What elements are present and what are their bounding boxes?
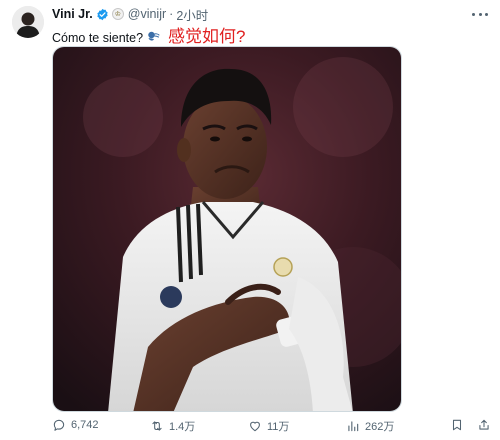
more-icon[interactable] (472, 8, 488, 20)
share-icon (479, 419, 489, 430)
tweet-media-photo[interactable] (52, 46, 402, 412)
tweet-text-chinese: 感觉如何? (168, 27, 246, 46)
club-badge-icon: ♔ (111, 8, 124, 20)
separator-dot: · (169, 7, 174, 21)
view-count: 262万 (365, 421, 395, 433)
like-button[interactable]: 11万 (248, 418, 289, 434)
tweet-header: Vini Jr. ♔ @vinijr · 2小时 (52, 5, 208, 24)
reply-count: 6,742 (71, 419, 99, 431)
like-icon (250, 421, 260, 432)
retweet-icon (152, 421, 162, 431)
views-button[interactable]: 262万 (346, 418, 394, 434)
retweet-count: 1.4万 (169, 421, 196, 433)
share-button[interactable] (477, 418, 491, 432)
verified-icon (97, 8, 108, 20)
bookmark-button[interactable] (450, 418, 464, 432)
bookmark-icon (452, 419, 462, 431)
author-handle[interactable]: @vinijr (128, 7, 166, 21)
speech-icon (148, 31, 160, 41)
reply-icon (53, 419, 65, 431)
avatar-image (12, 6, 44, 38)
tweet-text: Cómo te siente? 感觉如何? (52, 22, 246, 47)
avatar[interactable] (12, 6, 44, 38)
tweet-actions: 6,742 1.4万 11万 262万 (52, 418, 492, 436)
tweet: Vini Jr. ♔ @vinijr · 2小时 Cómo te siente?… (0, 0, 500, 440)
tweet-text-spanish: Cómo te siente? (52, 31, 144, 45)
like-count: 11万 (267, 421, 290, 433)
author-name[interactable]: Vini Jr. (52, 7, 93, 21)
reply-button[interactable]: 6,742 (52, 418, 99, 432)
tweet-time[interactable]: 2小时 (176, 5, 208, 24)
photo-player-portrait (53, 47, 401, 411)
views-icon (348, 421, 359, 432)
retweet-button[interactable]: 1.4万 (150, 418, 195, 434)
